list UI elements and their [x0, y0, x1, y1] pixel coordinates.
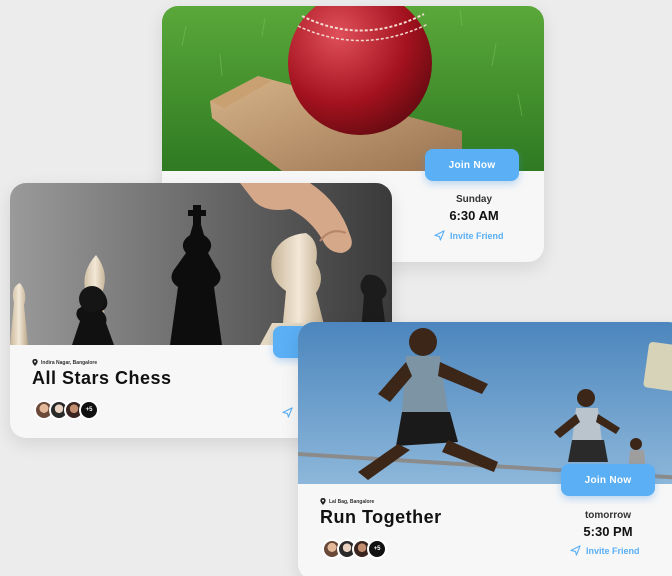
invite-friend-label: Invite Friend — [450, 230, 504, 241]
cricket-photo — [162, 6, 544, 171]
event-time: Sunday 6:30 AM — [424, 194, 524, 223]
send-icon — [434, 230, 445, 241]
location-pin-icon — [32, 359, 38, 366]
event-card-run[interactable]: Lal Bag, Bangalore Run Together +5 Join … — [298, 322, 672, 576]
event-location: Indira Nagar, Bangalore — [32, 359, 97, 366]
invite-friend-link[interactable]: Invite Friend — [434, 230, 504, 241]
event-time: tomorrow 5:30 PM — [558, 510, 658, 539]
invite-friend-label: Invite Friend — [586, 545, 640, 556]
event-day: tomorrow — [584, 510, 632, 521]
event-title: Run Together — [320, 507, 442, 527]
event-hour: 6:30 AM — [449, 208, 499, 223]
event-location: Lal Bag, Bangalore — [320, 498, 374, 505]
participants-avatars[interactable]: +5 — [322, 539, 387, 559]
event-hour: 5:30 PM — [583, 524, 633, 539]
run-photo — [298, 322, 672, 484]
send-icon — [282, 407, 293, 418]
more-participants-badge: +5 — [79, 400, 99, 420]
more-participants-badge: +5 — [367, 539, 387, 559]
location-label: Indira Nagar, Bangalore — [41, 359, 98, 366]
send-icon — [570, 545, 581, 556]
location-pin-icon — [320, 498, 326, 505]
invite-friend-link[interactable]: Invite Friend — [570, 545, 640, 556]
event-day: Sunday — [455, 194, 493, 205]
join-now-button[interactable]: Join Now — [561, 464, 655, 496]
join-now-button[interactable]: Join Now — [425, 149, 519, 181]
invite-friend-link[interactable] — [282, 407, 293, 418]
location-label: Lal Bag, Bangalore — [329, 498, 375, 505]
event-title: All Stars Chess — [32, 368, 172, 388]
participants-avatars[interactable]: +5 — [34, 400, 99, 420]
chess-photo — [10, 183, 392, 345]
